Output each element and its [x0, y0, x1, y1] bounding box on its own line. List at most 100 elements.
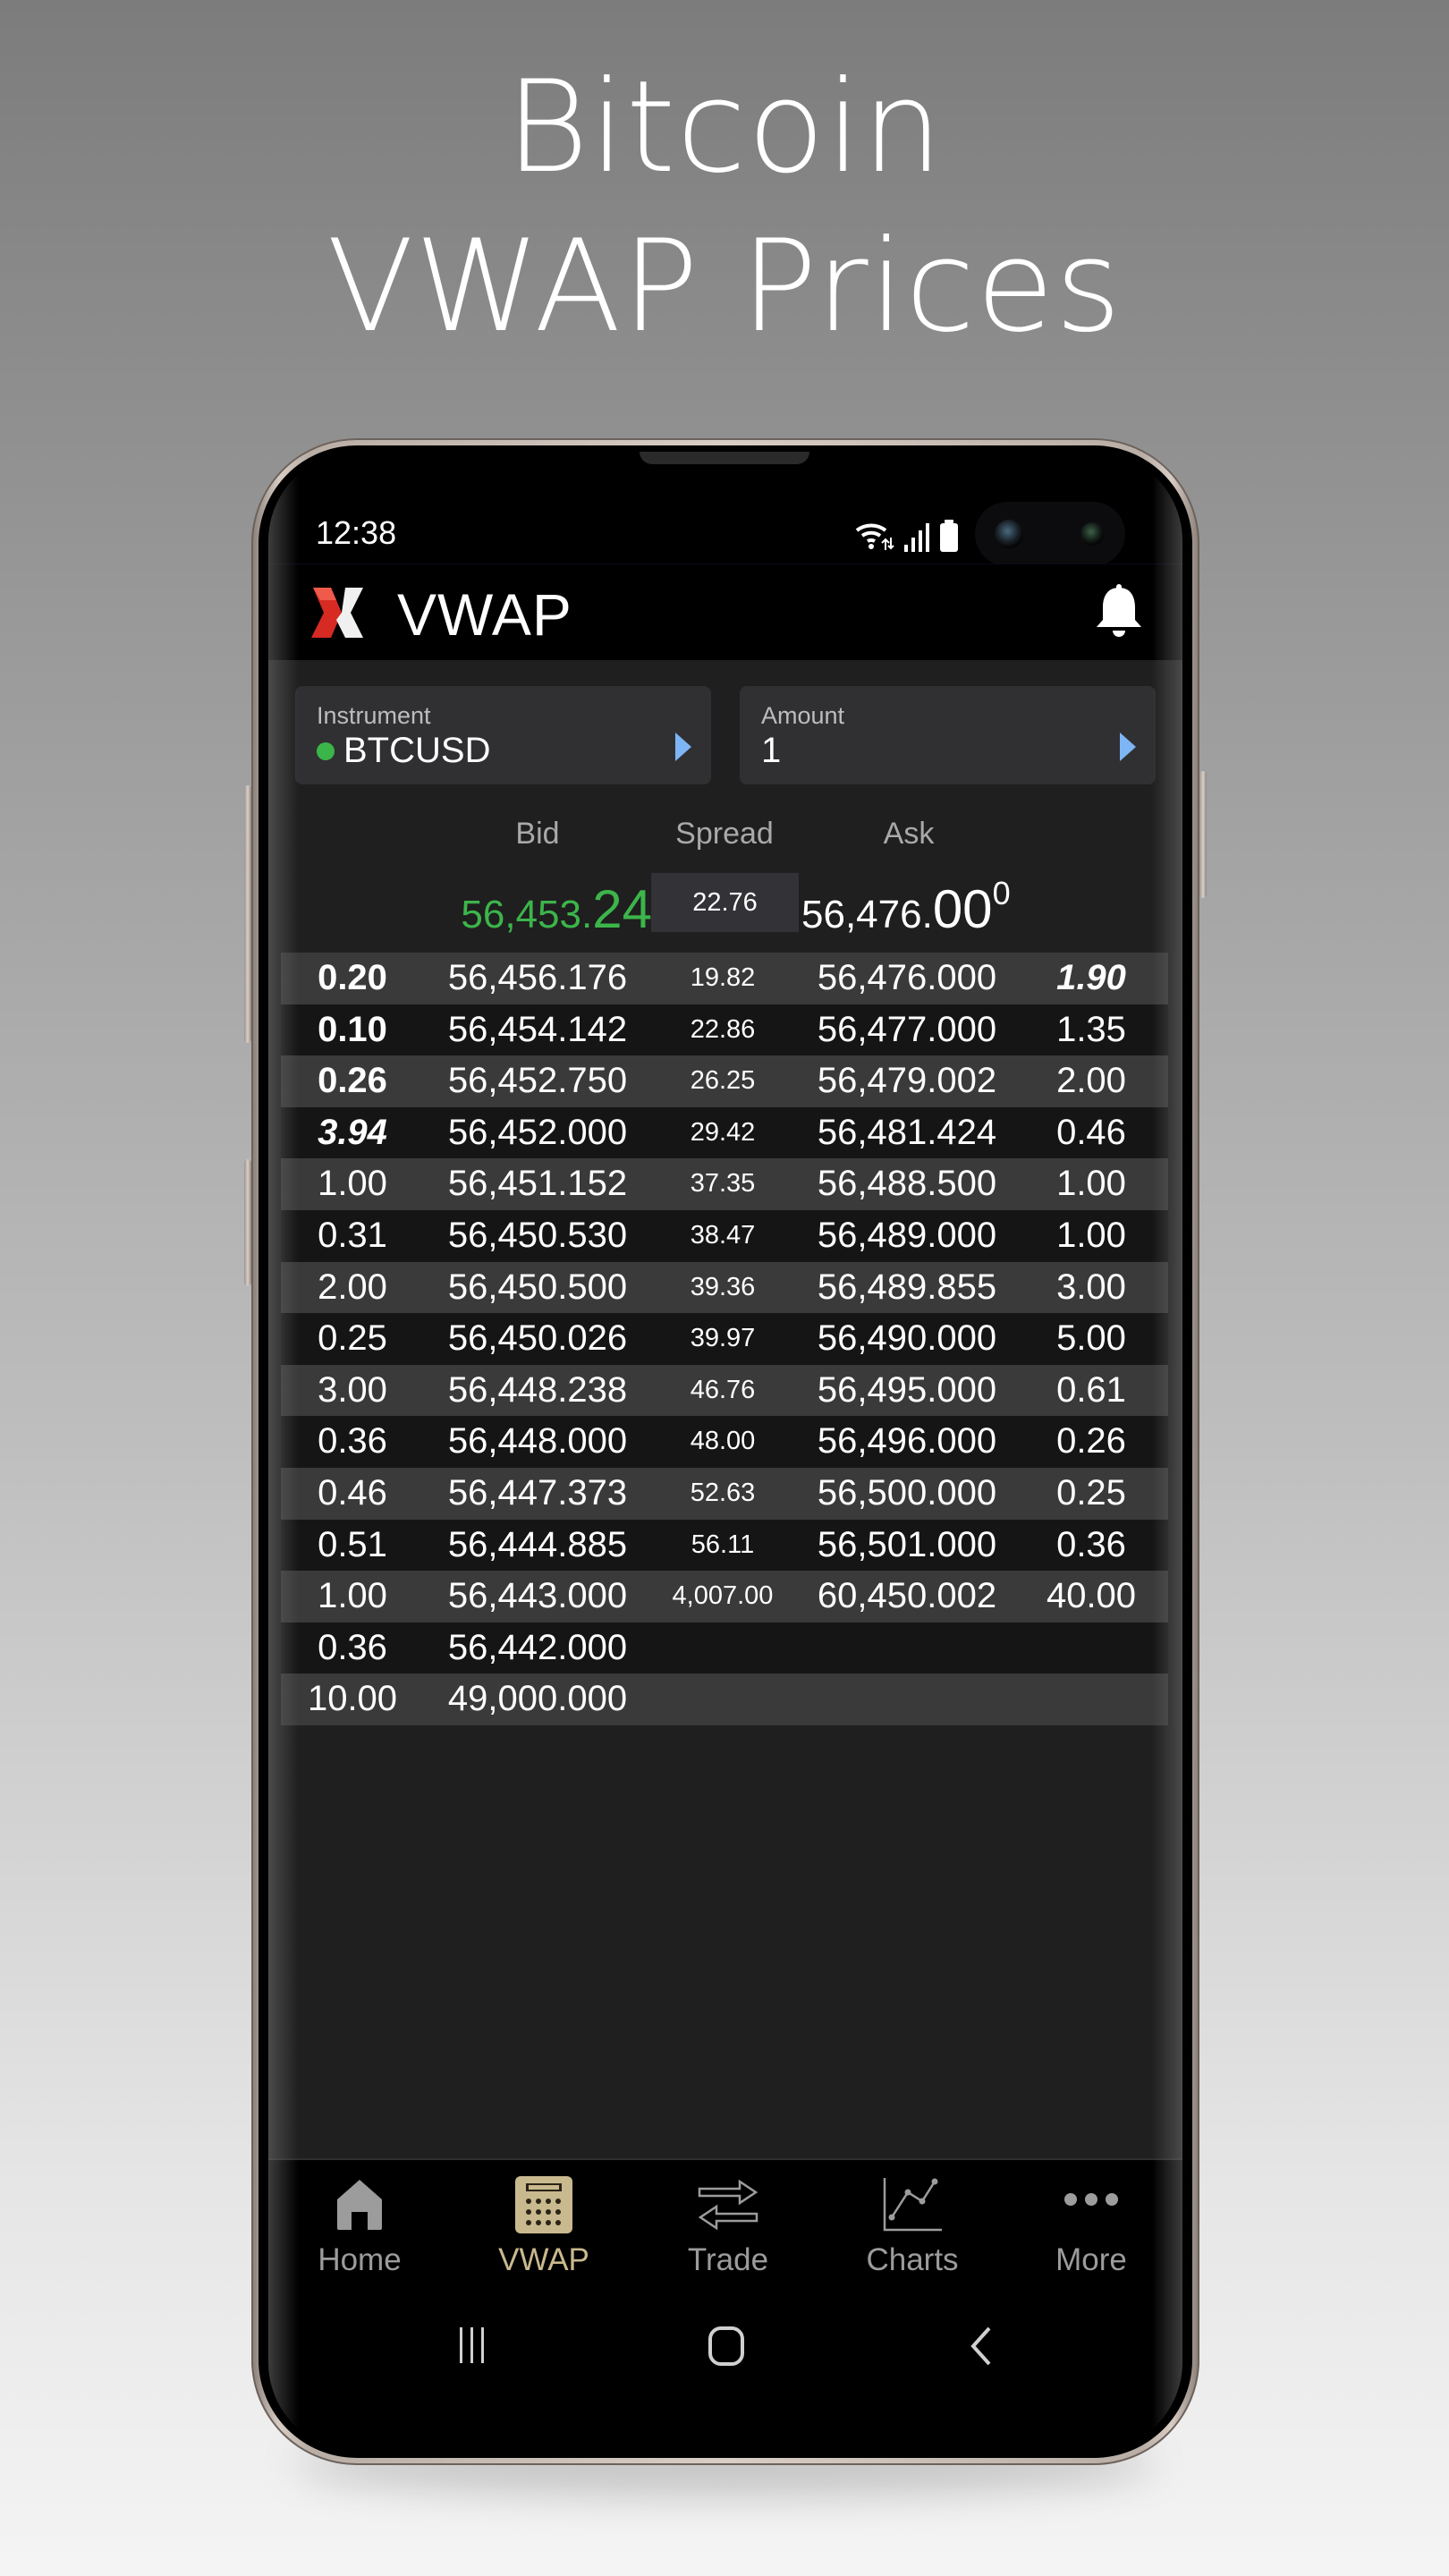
column-header-ask: Ask [883, 817, 935, 851]
table-row[interactable]: 3.94 56,452.000 29.42 56,481.424 0.46 [281, 1106, 1168, 1159]
bid-price: 56,450.530 [447, 1215, 628, 1255]
ask-quantity: 0.36 [1056, 1524, 1126, 1564]
bid-quantity: 0.25 [318, 1318, 387, 1359]
bid-price: 56,448.238 [447, 1369, 628, 1410]
bid-quantity: 0.36 [318, 1421, 387, 1462]
bid-quantity: 0.46 [318, 1472, 387, 1513]
tab-trade[interactable]: Trade [637, 2160, 819, 2292]
spread-value: 29.42 [690, 1117, 756, 1147]
table-row[interactable]: 0.20 56,456.176 19.82 56,476.000 1.90 [281, 953, 1168, 1004]
swap-arrows-icon [698, 2179, 758, 2231]
home-icon [337, 2180, 382, 2230]
ask-quantity: 3.00 [1056, 1267, 1126, 1307]
best-quote: 56,453.244 22.76 56,476.000 [268, 873, 1182, 939]
ask-quantity: 5.00 [1056, 1318, 1126, 1359]
ask-quantity: 0.26 [1056, 1421, 1126, 1462]
bid-quantity: 0.10 [318, 1009, 387, 1049]
instrument-label: Instrument [317, 702, 431, 729]
ask-price: 56,495.000 [817, 1369, 997, 1410]
tab-more[interactable]: More [1000, 2160, 1182, 2292]
home-button-icon[interactable] [707, 2326, 746, 2367]
column-header-bid: Bid [515, 817, 560, 851]
bid-price: 56,444.885 [447, 1524, 628, 1564]
vwap-content: Instrument BTCUSD Amount 1 Bid Spread As… [268, 660, 1182, 2158]
spread-value: 46.76 [690, 1375, 756, 1404]
bid-quantity: 1.00 [318, 1576, 387, 1616]
table-row[interactable]: 0.31 56,450.530 38.47 56,489.000 1.00 [281, 1209, 1168, 1262]
table-row[interactable]: 3.00 56,448.238 46.76 56,495.000 0.61 [281, 1364, 1168, 1417]
table-row[interactable]: 0.46 56,447.373 52.63 56,500.000 0.25 [281, 1467, 1168, 1520]
spread-value: 38.47 [690, 1220, 756, 1250]
status-dot-icon [317, 741, 335, 760]
order-book-table: 0.20 56,456.176 19.82 56,476.000 1.90 0.10 56,… [281, 953, 1168, 1725]
battery-icon [940, 520, 958, 552]
ask-price: 56,479.002 [817, 1061, 997, 1101]
status-icons [855, 520, 959, 552]
bid-quantity: 0.20 [318, 958, 387, 997]
table-row[interactable]: 0.36 56,442.000 [281, 1622, 1168, 1674]
chevron-right-icon [675, 733, 691, 761]
promo-title-line1: Bitcoin [505, 54, 944, 201]
bid-quantity: 3.00 [318, 1369, 387, 1410]
table-row[interactable]: 0.26 56,452.750 26.25 56,479.002 2.00 [281, 1055, 1168, 1107]
ask-quantity: 1.35 [1056, 1009, 1126, 1049]
best-bid-price[interactable]: 56,453.244 [461, 877, 670, 940]
ask-price: 56,496.000 [817, 1421, 997, 1462]
ask-quantity: 2.00 [1056, 1061, 1126, 1101]
bid-price: 56,451.152 [447, 1164, 628, 1204]
tab-vwap[interactable]: VWAP [453, 2160, 635, 2292]
spread-value: 56.11 [691, 1530, 755, 1559]
bid-quantity: 0.36 [318, 1627, 387, 1667]
tab-charts[interactable]: Charts [821, 2160, 1004, 2292]
instrument-selector[interactable]: Instrument BTCUSD [295, 686, 711, 784]
amount-label: Amount [761, 702, 845, 729]
table-row[interactable]: 0.51 56,444.885 56.11 56,501.000 0.36 [281, 1519, 1168, 1572]
ask-price: 56,501.000 [817, 1524, 997, 1564]
bid-price: 56,456.176 [447, 958, 628, 997]
table-row[interactable]: 0.36 56,448.000 48.00 56,496.000 0.26 [281, 1416, 1168, 1468]
amount-value: 1 [761, 731, 782, 770]
chevron-right-icon [1120, 733, 1136, 761]
ask-price: 56,477.000 [817, 1009, 997, 1049]
line-chart-icon [883, 2178, 942, 2232]
ask-price: 56,490.000 [817, 1318, 997, 1359]
bid-price: 56,450.026 [447, 1318, 628, 1359]
ask-quantity: 40.00 [1046, 1576, 1137, 1616]
tab-home[interactable]: Home [268, 2160, 451, 2292]
calculator-icon [515, 2176, 572, 2233]
table-row[interactable]: 1.00 56,451.152 37.35 56,488.500 1.00 [281, 1158, 1168, 1210]
instrument-value: BTCUSD [343, 731, 491, 770]
spread-value: 4,007.00 [672, 1581, 774, 1611]
bid-price: 56,443.000 [447, 1576, 628, 1616]
bell-icon[interactable] [1093, 584, 1145, 640]
back-icon[interactable] [968, 2326, 995, 2367]
table-row[interactable]: 10.00 49,000.000 [281, 1674, 1168, 1725]
best-spread: 22.76 [651, 873, 799, 932]
bid-price: 49,000.000 [447, 1679, 628, 1719]
bottom-tab-bar: Home VWAP Trade Charts More [268, 2158, 1182, 2292]
amount-selector[interactable]: Amount 1 [740, 686, 1156, 784]
bid-quantity: 1.00 [318, 1164, 387, 1204]
ask-price: 56,488.500 [817, 1164, 997, 1204]
ask-quantity: 1.90 [1056, 958, 1126, 997]
app-header: VWAP [268, 564, 1182, 661]
ask-price: 60,450.002 [817, 1576, 997, 1616]
table-row[interactable]: 0.10 56,454.142 22.86 56,477.000 1.35 [281, 1004, 1168, 1056]
ask-price: 56,481.424 [817, 1112, 997, 1152]
bid-price: 56,442.000 [447, 1627, 628, 1667]
wifi-icon [855, 523, 894, 550]
recent-apps-icon[interactable] [454, 2326, 490, 2365]
bid-price: 56,452.000 [447, 1112, 628, 1152]
bixby-button [244, 1159, 251, 1286]
ask-price: 56,500.000 [817, 1472, 997, 1513]
bid-price: 56,452.750 [447, 1061, 628, 1101]
spread-value: 26.25 [690, 1066, 756, 1096]
best-ask-price[interactable]: 56,476.000 [801, 877, 1011, 940]
table-row[interactable]: 0.25 56,450.026 39.97 56,490.000 5.00 [281, 1313, 1168, 1365]
bid-price: 56,447.373 [447, 1472, 628, 1513]
table-row[interactable]: 1.00 56,443.000 4,007.00 60,450.002 40.00 [281, 1571, 1168, 1623]
table-row[interactable]: 2.00 56,450.500 39.36 56,489.855 3.00 [281, 1261, 1168, 1314]
bid-quantity: 3.94 [318, 1112, 387, 1152]
phone-screen: 12:38 VWAP Instrument BTCUSD Amount 1 Bi… [268, 452, 1182, 2452]
ask-quantity: 1.00 [1056, 1215, 1126, 1255]
